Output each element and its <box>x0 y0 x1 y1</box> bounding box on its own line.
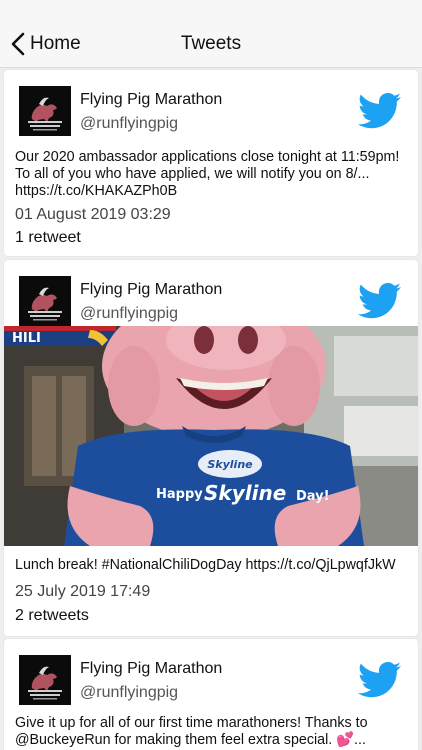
tweet-photo[interactable]: HILI Skyline Happy Skyline Day! <box>4 326 418 546</box>
tweet-card[interactable]: Flying Pig Marathon @runflyingpig Our 20… <box>4 70 418 256</box>
flying-pig-logo-icon <box>19 86 71 136</box>
author-name: Flying Pig Marathon <box>80 281 223 298</box>
pig-mascot-photo: HILI Skyline Happy Skyline Day! <box>4 326 418 546</box>
author-name: Flying Pig Marathon <box>80 91 223 108</box>
tweet-text: Our 2020 ambassador applications close t… <box>15 149 400 199</box>
tweet-card[interactable]: Flying Pig Marathon @runflyingpig HILI S… <box>4 260 418 636</box>
avatar <box>19 86 71 136</box>
author-handle: @runflyingpig <box>80 684 179 701</box>
retweet-count: 1 retweet <box>15 229 81 246</box>
twitter-bird-icon[interactable] <box>358 282 402 320</box>
author-name: Flying Pig Marathon <box>80 660 223 677</box>
avatar <box>19 655 71 705</box>
tweet-text: Give it up for all of our first time mar… <box>15 715 368 748</box>
author-handle: @runflyingpig <box>80 115 179 132</box>
tweet-date: 25 July 2019 17:49 <box>15 583 151 600</box>
tweet-card[interactable]: Flying Pig Marathon @runflyingpig Give i… <box>4 639 418 750</box>
skyline-logo-text: Skyline <box>207 458 253 471</box>
shirt-text-skyline: Skyline <box>204 481 286 505</box>
tweet-text: Lunch break! #NationalChiliDogDay https:… <box>15 557 396 573</box>
tweet-date: 01 August 2019 03:29 <box>15 206 171 223</box>
sign-text: HILI <box>12 331 41 346</box>
page-title: Tweets <box>180 33 242 54</box>
avatar <box>19 276 71 326</box>
flying-pig-logo-icon <box>19 655 71 705</box>
author-handle: @runflyingpig <box>80 305 179 322</box>
twitter-bird-icon[interactable] <box>358 661 402 699</box>
navigation-bar: Home Tweets <box>0 0 422 68</box>
twitter-bird-icon[interactable] <box>358 92 402 130</box>
shirt-text-day: Day! <box>296 489 330 504</box>
retweet-count: 2 retweets <box>15 607 89 624</box>
shirt-text-happy: Happy <box>156 487 203 502</box>
flying-pig-logo-icon <box>19 276 71 326</box>
